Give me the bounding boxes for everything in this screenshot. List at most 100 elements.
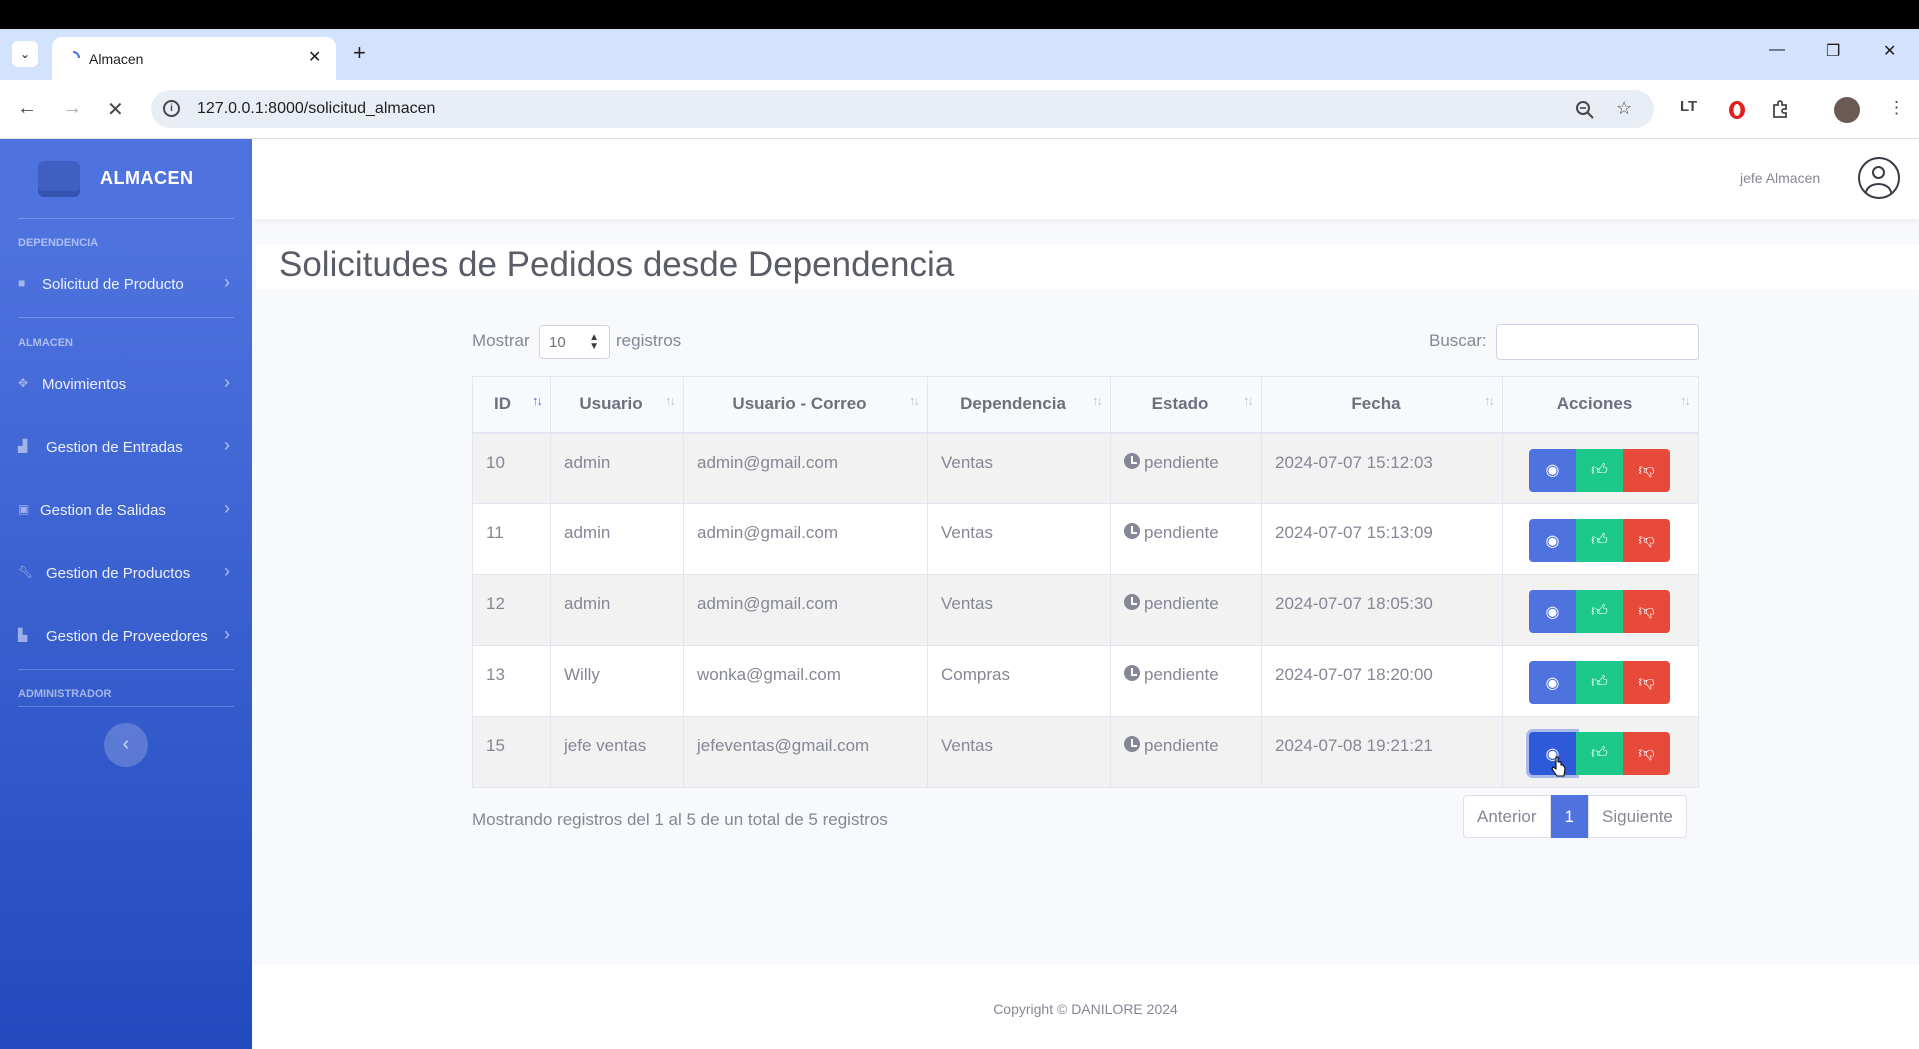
sort-icon: ↑↓: [909, 393, 920, 408]
brand-name: ALMACEN: [100, 168, 194, 188]
entries-per-page-select[interactable]: 10 ▲ ▼: [539, 325, 610, 359]
sidebar-heading-administrador: ADMINISTRADOR: [18, 688, 112, 700]
chevron-right-icon: ›: [224, 272, 230, 292]
sidebar-heading-dependencia: DEPENDENCIA: [18, 237, 99, 249]
sidebar-item-solicitud-producto[interactable]: ■ Solicitud de Producto ›: [18, 272, 234, 300]
sidebar-item-label: Gestion de Salidas: [40, 502, 166, 519]
column-header-estado[interactable]: Estado ↑↓: [1110, 376, 1262, 434]
cell-fecha: 2024-07-07 18:20:00: [1261, 645, 1503, 717]
sidebar-item-gestion-proveedores[interactable]: ▙ Gestion de Proveedores ›: [18, 624, 234, 652]
tab-search-button[interactable]: ⌄: [12, 41, 38, 67]
browser-tab[interactable]: Almacen ✕: [52, 37, 336, 80]
profile-avatar[interactable]: [1834, 97, 1860, 123]
extension-lt-icon[interactable]: LT: [1680, 98, 1697, 115]
app-page: ALMACEN DEPENDENCIA ■ Solicitud de Produ…: [0, 139, 1919, 1049]
new-tab-icon[interactable]: +: [353, 42, 366, 64]
cell-correo: wonka@gmail.com: [683, 645, 928, 717]
cell-dependencia: Compras: [927, 645, 1111, 717]
minimize-icon[interactable]: —: [1769, 41, 1785, 59]
chevron-right-icon: ›: [224, 624, 230, 644]
eye-icon: ◉: [1545, 674, 1560, 692]
search-input[interactable]: [1496, 324, 1699, 360]
cell-correo: jefeventas@gmail.com: [683, 716, 928, 788]
tab-title: Almacen: [89, 51, 144, 67]
approve-button[interactable]: 👍︎: [1576, 519, 1623, 562]
cell-acciones: ◉ 👍︎ 👎︎: [1502, 574, 1699, 646]
approve-button[interactable]: 👍︎: [1576, 732, 1623, 775]
sidebar-brand[interactable]: ALMACEN: [0, 139, 252, 219]
extensions-puzzle-icon[interactable]: [1771, 99, 1791, 119]
reject-button[interactable]: 👎︎: [1623, 448, 1670, 492]
cell-acciones: ◉ 👍︎ 👎︎: [1502, 645, 1699, 717]
reject-button[interactable]: 👎︎: [1623, 590, 1670, 633]
cell-correo: admin@gmail.com: [683, 503, 928, 575]
view-button[interactable]: ◉: [1529, 590, 1576, 633]
sidebar-item-label: Gestion de Productos: [46, 565, 191, 582]
cell-usuario: admin: [550, 503, 684, 575]
column-header-id[interactable]: ID ↑↓: [472, 376, 551, 434]
cell-id: 15: [472, 716, 551, 788]
cell-correo: admin@gmail.com: [683, 574, 928, 646]
sidebar: ALMACEN DEPENDENCIA ■ Solicitud de Produ…: [0, 139, 252, 1049]
length-suffix: registros: [616, 331, 682, 350]
reject-button[interactable]: 👎︎: [1623, 519, 1670, 562]
thumbs-up-icon: 👍︎: [1591, 745, 1608, 762]
address-bar[interactable]: i 127.0.0.1:8000/solicitud_almacen ☆: [151, 90, 1654, 128]
sort-icon: ↑↓: [1484, 393, 1495, 408]
chevron-right-icon: ›: [224, 498, 230, 518]
user-name[interactable]: jefe Almacen: [1740, 170, 1820, 186]
site-info-icon[interactable]: i: [163, 100, 180, 117]
approve-button[interactable]: 👍︎: [1576, 448, 1623, 492]
pagination-page[interactable]: 1: [1550, 795, 1588, 838]
view-button[interactable]: ◉: [1529, 661, 1576, 704]
pagination-next[interactable]: Siguiente: [1588, 795, 1687, 838]
arrows-icon: ✥: [18, 376, 29, 390]
sort-icon: ↑↓: [1243, 393, 1254, 408]
cell-fecha: 2024-07-07 18:05:30: [1261, 574, 1503, 646]
forward-icon[interactable]: →: [62, 97, 82, 120]
table-row: 13 Willy wonka@gmail.com Compras pendien…: [472, 645, 1699, 717]
cell-acciones: ◉ 👍︎ 👎︎: [1502, 432, 1699, 504]
back-icon[interactable]: ←: [17, 97, 37, 120]
sidebar-item-movimientos[interactable]: ✥ Movimientos ›: [18, 372, 234, 400]
view-button[interactable]: ◉: [1529, 448, 1576, 492]
url-text: 127.0.0.1:8000/solicitud_almacen: [197, 100, 436, 117]
sidebar-toggle-button[interactable]: ‹: [104, 723, 148, 767]
bookmark-star-icon[interactable]: ☆: [1616, 98, 1632, 119]
thumbs-down-icon: 👎︎: [1638, 674, 1655, 691]
copyright-text: Copyright © DANILORE 2024: [993, 1001, 1178, 1017]
user-avatar-icon[interactable]: [1858, 157, 1900, 199]
reject-button[interactable]: 👎︎: [1623, 661, 1670, 704]
sidebar-item-gestion-entradas[interactable]: ▟ Gestion de Entradas ›: [18, 435, 234, 463]
sidebar-item-gestion-salidas[interactable]: ▣ Gestion de Salidas ›: [18, 498, 234, 526]
zoom-icon[interactable]: [1575, 100, 1595, 120]
column-header-usuario[interactable]: Usuario ↑↓: [550, 376, 684, 434]
cell-acciones: ◉ 👍︎ 👎︎: [1502, 716, 1699, 788]
opera-extension-icon[interactable]: [1727, 100, 1747, 120]
view-button[interactable]: ◉: [1529, 519, 1576, 562]
column-header-dependencia[interactable]: Dependencia ↑↓: [927, 376, 1111, 434]
industry-icon: ▙: [18, 628, 28, 642]
cell-id: 11: [472, 503, 551, 575]
cell-id: 12: [472, 574, 551, 646]
approve-button[interactable]: 👍︎: [1576, 590, 1623, 633]
stop-loading-icon[interactable]: ✕: [107, 97, 124, 122]
pagination-previous[interactable]: Anterior: [1463, 795, 1551, 838]
sidebar-item-gestion-productos[interactable]: 🔧︎ Gestion de Productos ›: [18, 561, 234, 589]
column-header-acciones[interactable]: Acciones ↑↓: [1502, 376, 1699, 434]
cell-usuario: admin: [550, 432, 684, 504]
reject-button[interactable]: 👎︎: [1623, 732, 1670, 775]
thumbs-down-icon: 👎︎: [1638, 532, 1655, 549]
tab-close-icon[interactable]: ✕: [308, 47, 321, 67]
table-row: 15 jefe ventas jefeventas@gmail.com Vent…: [472, 716, 1699, 788]
eye-icon: ◉: [1545, 462, 1560, 479]
sort-icon: ↑↓: [665, 393, 676, 408]
cell-id: 13: [472, 645, 551, 717]
restore-icon[interactable]: ❐: [1826, 41, 1840, 61]
browser-menu-icon[interactable]: ⋮: [1888, 98, 1905, 118]
column-header-fecha[interactable]: Fecha ↑↓: [1261, 376, 1503, 434]
column-header-correo[interactable]: Usuario - Correo ↑↓: [683, 376, 928, 434]
approve-button[interactable]: 👍︎: [1576, 661, 1623, 704]
warehouse-icon: [38, 161, 80, 197]
window-close-icon[interactable]: ✕: [1883, 41, 1896, 61]
